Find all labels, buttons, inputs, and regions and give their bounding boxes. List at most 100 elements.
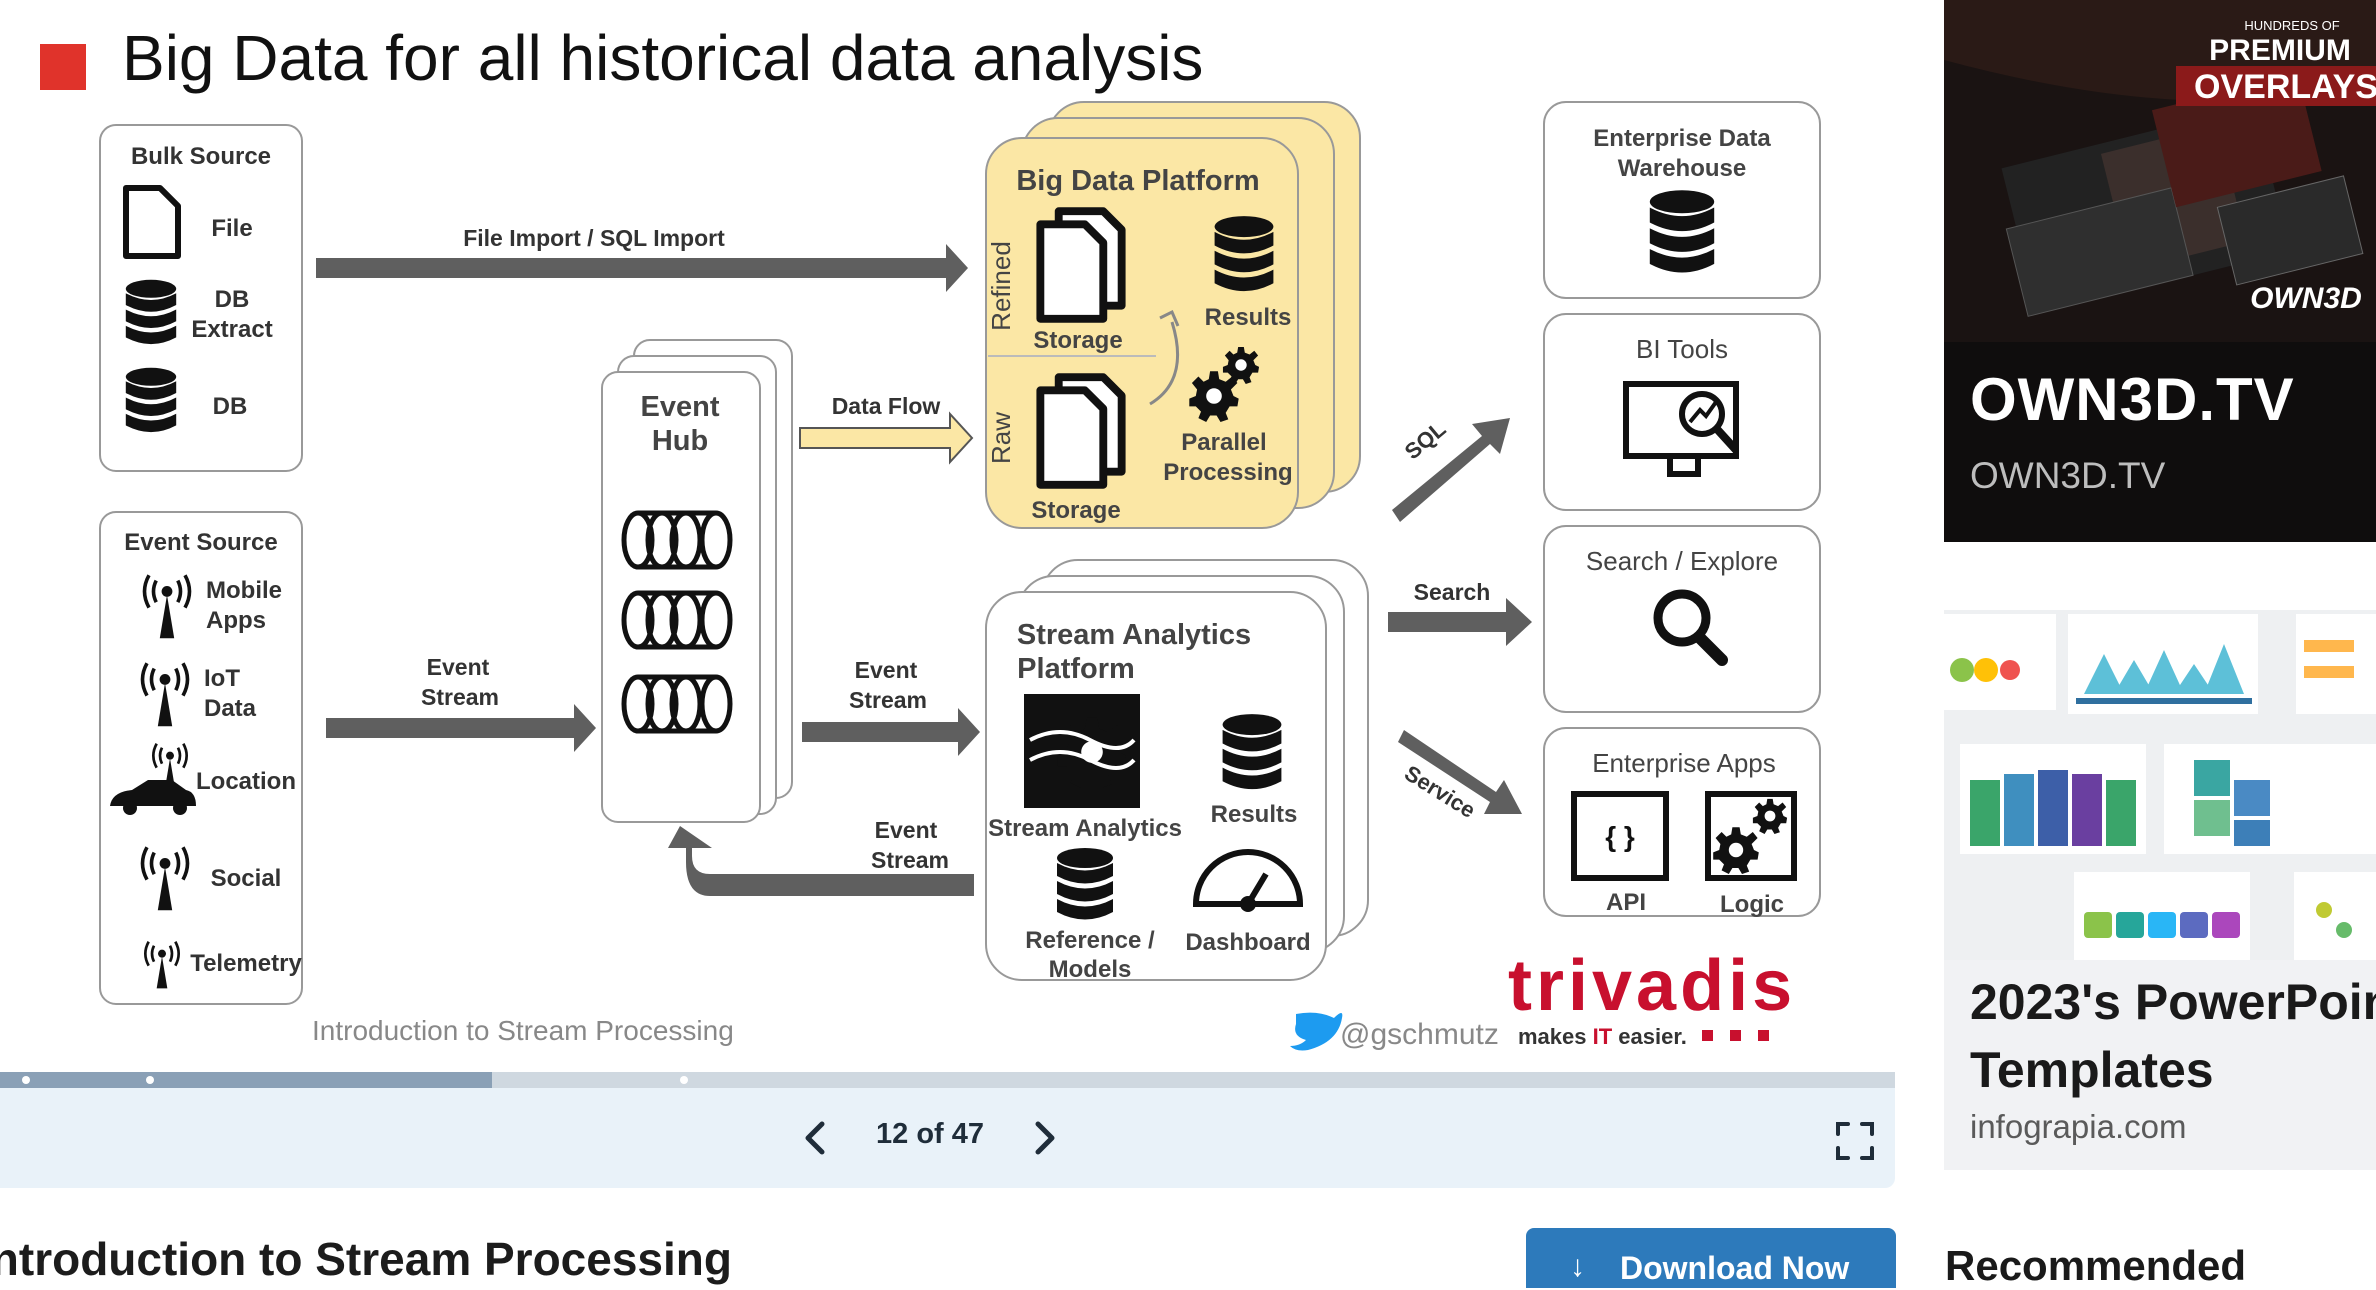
big-data-title: Big Data Platform <box>1016 165 1259 197</box>
parallel-label-1: Parallel <box>1181 429 1266 456</box>
social-label: Social <box>211 865 282 892</box>
db-label: DB <box>213 393 248 420</box>
progress-marker[interactable] <box>146 1076 154 1084</box>
file-import-arrow <box>316 244 968 292</box>
event-stream-arrow-1 <box>326 704 596 752</box>
reference-label-1: Reference / <box>1025 927 1155 954</box>
previous-slide-button[interactable] <box>786 1108 846 1168</box>
enterprise-apps-label: Enterprise Apps <box>1592 748 1776 778</box>
ad-own3d-title: OWN3D.TV <box>1970 366 2295 433</box>
event-hub-label-2: Hub <box>652 425 708 457</box>
iot-label-2: Data <box>204 695 257 722</box>
search-arrow <box>1388 598 1532 646</box>
refined-storage-label: Storage <box>1033 327 1122 354</box>
data-flow-arrow <box>799 411 974 465</box>
fullscreen-button[interactable] <box>1830 1116 1880 1166</box>
bi-tools-label: BI Tools <box>1636 334 1728 364</box>
stream-results-label: Results <box>1211 801 1298 828</box>
event-stream-label-1a: Event <box>427 654 490 680</box>
event-stream-label-3b: Stream <box>871 847 949 873</box>
search-arrow-label: Search <box>1414 579 1491 605</box>
trivadis-tagline: makes IT easier. <box>1518 1024 1687 1049</box>
chevron-left-icon <box>805 1121 825 1155</box>
progress-marker[interactable] <box>680 1076 688 1084</box>
bulk-file-label: File <box>211 215 252 242</box>
file-icon <box>123 185 181 259</box>
ad-infograpia[interactable]: 2023's PowerPoint Templates infograpia.c… <box>1944 610 2376 1170</box>
ad-art-line-1: HUNDREDS OF <box>2244 18 2339 33</box>
db-extract-label-1: DB <box>215 286 250 313</box>
ad-infograpia-title: 2023's PowerPoint Templates <box>1970 974 2376 1098</box>
bulk-source-title: Bulk Source <box>131 143 271 170</box>
reference-label-2: Models <box>1049 956 1132 983</box>
ad-art-line-3: OVERLAYS <box>2194 68 2376 106</box>
ad-art-line-2: PREMIUM <box>2209 34 2351 67</box>
mobile-label-2: Apps <box>206 607 266 634</box>
twitter-handle: @gschmutz <box>1340 1018 1499 1051</box>
big-data-results-label: Results <box>1205 304 1292 331</box>
event-stream-label-2a: Event <box>855 657 918 683</box>
edw-label-1: Enterprise Data <box>1593 125 1771 152</box>
mobile-label-1: Mobile <box>206 577 282 604</box>
fullscreen-icon <box>1836 1122 1874 1160</box>
service-label: Service <box>1400 760 1480 823</box>
sql-arrow <box>1392 418 1510 522</box>
ad-infograpia-image <box>1944 610 2376 960</box>
event-source-title: Event Source <box>124 529 277 556</box>
data-flow-label: Data Flow <box>832 393 941 419</box>
event-stream-label-2b: Stream <box>849 687 927 713</box>
stream-analytics-title-1: Stream Analytics <box>1017 619 1251 651</box>
progress-marker[interactable] <box>22 1076 30 1084</box>
db-extract-label-2: Extract <box>191 316 272 343</box>
refined-storage-icon <box>1040 211 1121 319</box>
telemetry-label: Telemetry <box>190 950 302 977</box>
download-button[interactable]: ↓ Download Now <box>1526 1228 1896 1288</box>
twitter-icon <box>1290 1012 1343 1051</box>
event-stream-label-1b: Stream <box>421 684 499 710</box>
title-bullet <box>40 44 86 90</box>
slide-progress-fill <box>0 1072 492 1088</box>
ad-own3d[interactable]: HUNDREDS OF PREMIUM OVERLAYS OWN3D OWN3D… <box>1944 0 2376 542</box>
next-slide-button[interactable] <box>1014 1108 1074 1168</box>
ad-own3d-image: HUNDREDS OF PREMIUM OVERLAYS OWN3D <box>1944 0 2376 342</box>
queue-icon <box>624 513 730 567</box>
ad-own3d-source: OWN3D.TV <box>1970 455 2166 496</box>
sql-label: SQL <box>1400 416 1451 464</box>
event-stream-label-3a: Event <box>875 817 938 843</box>
event-stream-arrow-2 <box>802 708 980 756</box>
page-indicator: 12 of 47 <box>876 1118 984 1150</box>
event-hub-label-1: Event <box>641 391 720 423</box>
api-label: API <box>1606 889 1646 916</box>
svg-text:{ }: { } <box>1605 821 1635 852</box>
viewer-controls: 12 of 47 <box>0 1088 1895 1188</box>
document-title: Introduction to Stream Processing <box>0 1233 732 1285</box>
trivadis-logo: trivadis <box>1508 946 1796 1026</box>
file-import-label: File Import / SQL Import <box>463 225 725 251</box>
queue-icon <box>624 593 730 647</box>
slide-title: Big Data for all historical data analysi… <box>122 22 1203 94</box>
search-explore-label: Search / Explore <box>1586 546 1778 576</box>
logic-label: Logic <box>1720 891 1784 918</box>
own3d-logo: OWN3D <box>2250 282 2362 315</box>
raw-label: Raw <box>986 412 1016 464</box>
slide-viewport: Big Data for all historical data analysi… <box>0 0 1895 1070</box>
stream-engine-label: Stream Analytics <box>988 815 1182 842</box>
download-arrow-icon: ↓ <box>1570 1250 1585 1283</box>
chevron-right-icon <box>1035 1121 1055 1155</box>
dashboard-label: Dashboard <box>1185 929 1310 956</box>
raw-storage-label: Storage <box>1031 497 1120 524</box>
queue-icon <box>624 677 730 731</box>
slide-footer-text: Introduction to Stream Processing <box>312 1015 734 1046</box>
slide-diagram: Big Data for all historical data analysi… <box>40 22 1821 1051</box>
ad-infograpia-source: infograpia.com <box>1970 1108 2187 1145</box>
raw-storage-icon <box>1040 377 1121 485</box>
refined-label: Refined <box>986 241 1016 331</box>
parallel-label-2: Processing <box>1163 459 1292 486</box>
stream-analytics-title-2: Platform <box>1017 653 1135 685</box>
edw-label-2: Warehouse <box>1618 155 1746 182</box>
slide-progress-bar[interactable] <box>0 1072 1895 1088</box>
recommended-heading: Recommended <box>1945 1242 2247 1289</box>
iot-label-1: IoT <box>204 665 240 692</box>
download-label: Download Now <box>1620 1250 1850 1286</box>
location-label: Location <box>196 768 296 795</box>
